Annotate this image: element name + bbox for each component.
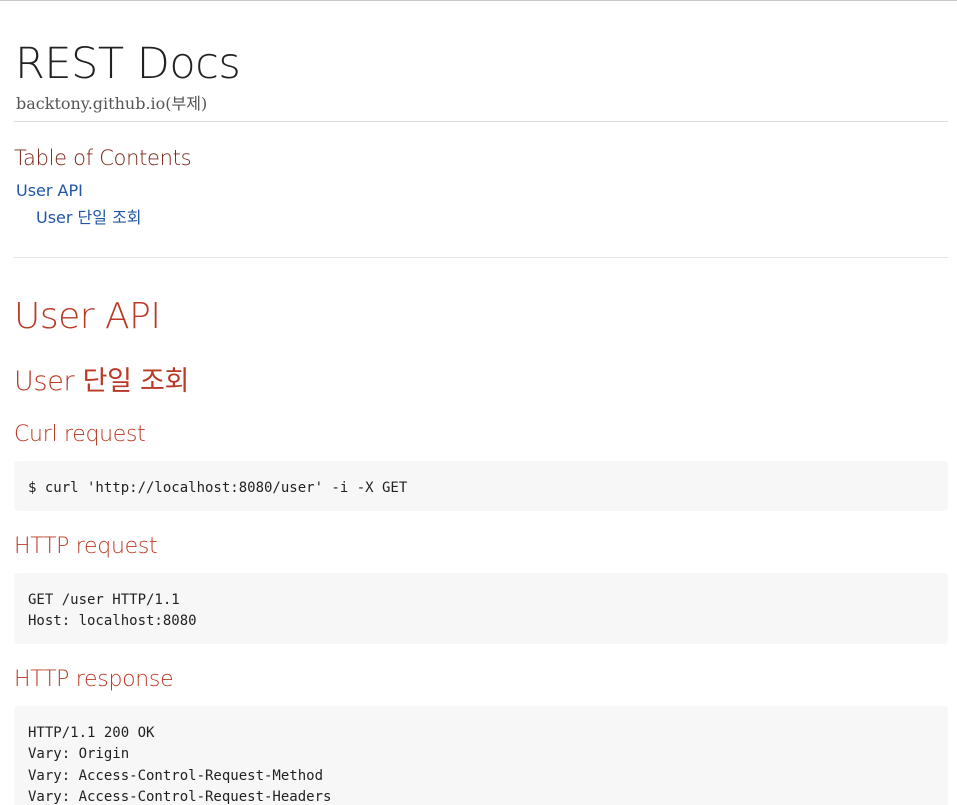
- toc-divider: [14, 257, 948, 258]
- header-divider: [14, 121, 948, 122]
- curl-request-heading: Curl request: [14, 422, 146, 447]
- curl-request-code: $ curl 'http://localhost:8080/user' -i -…: [28, 480, 408, 496]
- toc-link-user-api[interactable]: User API: [16, 180, 83, 202]
- http-request-code-block: GET /user HTTP/1.1 Host: localhost:8080: [14, 573, 948, 644]
- section-heading-user-api: User API: [14, 296, 161, 337]
- curl-request-code-block: $ curl 'http://localhost:8080/user' -i -…: [14, 461, 948, 511]
- http-response-heading: HTTP response: [14, 667, 174, 692]
- http-response-code: HTTP/1.1 200 OK Vary: Origin Vary: Acces…: [28, 725, 332, 805]
- http-request-heading: HTTP request: [14, 534, 158, 559]
- http-request-code: GET /user HTTP/1.1 Host: localhost:8080: [28, 592, 197, 630]
- section-heading-user-single-lookup: User 단일 조회: [14, 366, 190, 397]
- page-title: REST Docs: [15, 39, 241, 89]
- http-response-code-block: HTTP/1.1 200 OK Vary: Origin Vary: Acces…: [14, 706, 948, 805]
- toc-link-user-single-lookup[interactable]: User 단일 조회: [36, 207, 142, 229]
- toc-title: Table of Contents: [14, 146, 192, 170]
- window-top-border: [0, 0, 957, 1]
- page-subtitle: backtony.github.io(부제): [16, 94, 208, 113]
